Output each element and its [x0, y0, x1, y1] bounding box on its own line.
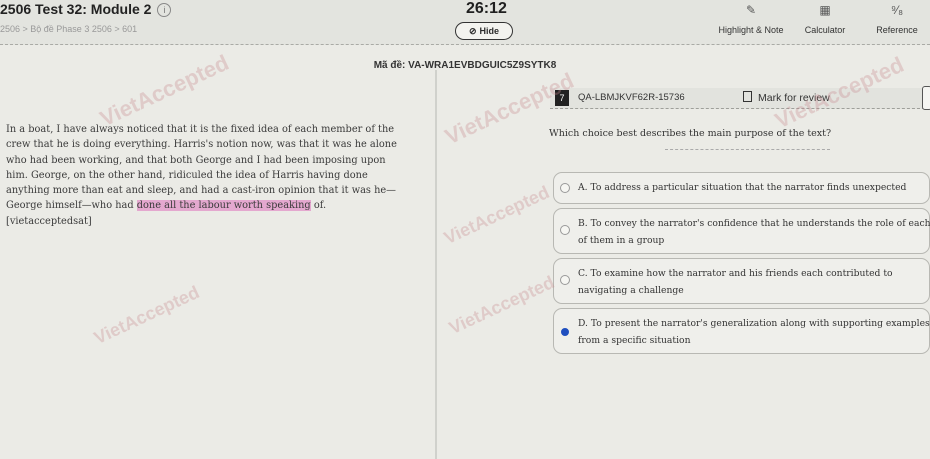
eye-off-icon: ⊘ — [468, 26, 477, 36]
option-a[interactable]: A. To address a particular situation tha… — [553, 172, 930, 204]
reference-tool[interactable]: ⁹⁄₈ Reference — [872, 0, 922, 35]
reference-icon: ⁹⁄₈ — [890, 3, 904, 17]
bookmark-icon — [743, 91, 752, 102]
exam-code: Mã đề: VA-WRA1EVBDGUIC5Z9SYTK8 — [373, 60, 557, 71]
radio-a[interactable] — [560, 183, 570, 193]
passage-text: In a boat, I have always noticed that it… — [6, 124, 397, 212]
pencil-icon: ✎ — [745, 3, 757, 17]
test-title-text: 2506 Test 32: Module 2 — [0, 1, 152, 17]
highlight-note-label: Highlight & Note — [718, 25, 784, 35]
calculator-tool[interactable]: ▦ Calculator — [800, 0, 850, 35]
passage-text-end: of. — [310, 200, 327, 212]
highlight-note-tool[interactable]: ✎ Highlight & Note — [715, 0, 787, 35]
option-d[interactable]: D. To present the narrator's generalizat… — [553, 308, 930, 354]
hide-label: Hide — [479, 26, 500, 36]
test-title: 2506 Test 32: Module 2 i — [0, 1, 172, 18]
reference-label: Reference — [876, 25, 918, 35]
top-bar: 2506 Test 32: Module 2 i 2506 > Bộ đề Pha… — [0, 0, 930, 45]
radio-b[interactable] — [560, 225, 570, 235]
highlighted-text[interactable]: done all the labour worth speaking — [136, 200, 311, 212]
option-c[interactable]: C. To examine how the narrator and his f… — [553, 258, 930, 304]
calculator-label: Calculator — [804, 25, 846, 35]
radio-c[interactable] — [560, 275, 570, 285]
watermark: VietAccepted — [440, 181, 553, 249]
question-id: QA-LBMJKVF62R-15736 — [578, 92, 685, 103]
option-b[interactable]: B. To convey the narrator's confidence t… — [553, 208, 930, 254]
hide-timer-button[interactable]: ⊘ Hide — [455, 22, 513, 40]
radio-d-selected[interactable] — [561, 328, 569, 336]
info-icon[interactable]: i — [157, 3, 172, 18]
passage[interactable]: In a boat, I have always noticed that it… — [6, 122, 408, 229]
panel-divider[interactable] — [435, 70, 437, 459]
timer: 26:12 — [466, 0, 507, 17]
option-c-text: C. To examine how the narrator and his f… — [578, 268, 893, 296]
option-b-text: B. To convey the narrator's confidence t… — [578, 218, 930, 246]
watermark: VietAccepted — [445, 271, 558, 339]
calculator-icon: ▦ — [819, 3, 831, 17]
question-divider — [665, 149, 830, 150]
watermark: VietAccepted — [90, 281, 203, 349]
abc-toggle-button[interactable] — [922, 86, 930, 110]
source-tag: [vietacceptedsat] — [6, 215, 92, 227]
option-a-text: A. To address a particular situation tha… — [578, 182, 907, 193]
option-d-text: D. To present the narrator's generalizat… — [578, 318, 930, 346]
breadcrumb[interactable]: 2506 > Bộ đề Phase 3 2506 > 601 — [0, 24, 137, 34]
